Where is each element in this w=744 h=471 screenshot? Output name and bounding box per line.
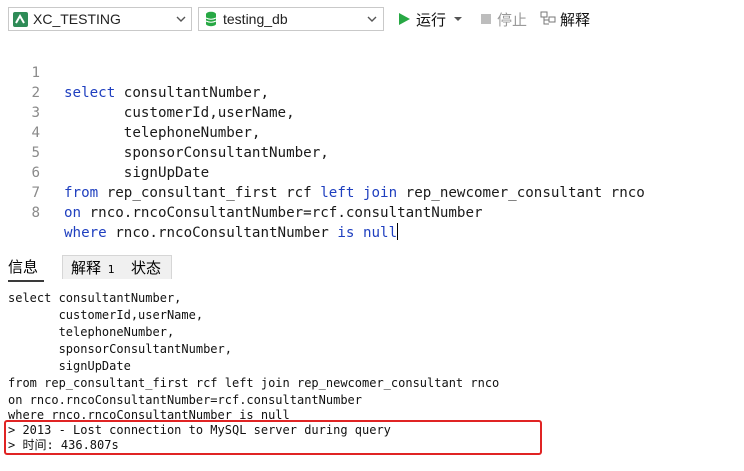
database-icon xyxy=(205,11,217,31)
database-select[interactable]: testing_db xyxy=(198,7,384,31)
explain-icon xyxy=(540,11,556,25)
editor-line: 2 customerId,userName, xyxy=(0,63,744,121)
tab-info-label: 信息 xyxy=(8,258,39,276)
error-highlight-box xyxy=(4,420,542,455)
editor-line: 6 from rep_consultant_first rcf left joi… xyxy=(0,143,744,201)
explain-button[interactable]: 解释 xyxy=(540,8,590,30)
sql-editor[interactable]: 1 select consultantNumber, 2 customerId,… xyxy=(0,36,744,248)
active-tab-indicator xyxy=(8,280,44,282)
stop-label: 停止 xyxy=(497,10,528,29)
tab-info[interactable]: 信息 xyxy=(8,255,38,279)
play-icon xyxy=(399,13,410,25)
connection-name: XC_TESTING xyxy=(33,11,121,27)
tab-explain-badge: 1 xyxy=(107,263,115,276)
message-line: telephoneNumber, xyxy=(8,325,175,339)
tab-explain-label: 解释 xyxy=(71,259,102,277)
connection-icon xyxy=(13,12,28,27)
toolbar: XC_TESTING testing_db 运行 停止 解释 xyxy=(0,0,744,36)
tab-status[interactable]: 状态 xyxy=(131,256,161,280)
run-dropdown-icon[interactable] xyxy=(453,14,463,24)
database-name: testing_db xyxy=(223,11,288,27)
line-number: 8 xyxy=(31,205,40,221)
editor-line: 8 where rnco.rncoConsultantNumber is nul… xyxy=(0,183,744,241)
run-label: 运行 xyxy=(416,10,447,29)
stop-icon xyxy=(481,14,491,24)
message-line: from rep_consultant_first rcf left join … xyxy=(8,376,500,390)
explain-label: 解释 xyxy=(560,10,591,29)
tab-explain[interactable]: 解释 1 xyxy=(71,256,115,282)
chevron-down-icon xyxy=(367,16,377,22)
tab-group: 解释 1 状态 xyxy=(62,255,172,279)
message-line: customerId,userName, xyxy=(8,308,204,322)
editor-line: 3 telephoneNumber, xyxy=(0,83,744,141)
run-button[interactable]: 运行 xyxy=(397,8,463,30)
editor-line: 4 sponsorConsultantNumber, xyxy=(0,103,744,161)
editor-line: 1 select consultantNumber, xyxy=(0,43,744,101)
text-cursor xyxy=(397,223,399,240)
editor-line: 7 on rnco.rncoConsultantNumber=rcf.consu… xyxy=(0,163,744,221)
message-line: sponsorConsultantNumber, xyxy=(8,342,232,356)
connection-select[interactable]: XC_TESTING xyxy=(8,7,192,31)
code-text: on rnco.rncoConsultantNumber=rcf.consult… xyxy=(64,205,483,221)
tab-status-label: 状态 xyxy=(131,259,162,277)
stop-button[interactable]: 停止 xyxy=(480,8,527,30)
editor-line: 5 signUpDate xyxy=(0,123,744,181)
message-line: signUpDate xyxy=(8,359,131,373)
code-text: where rnco.rncoConsultantNumber is null xyxy=(64,223,399,241)
message-line: select consultantNumber, xyxy=(8,291,182,305)
chevron-down-icon xyxy=(176,16,186,22)
result-tabs: 信息 解释 1 状态 xyxy=(0,252,744,282)
